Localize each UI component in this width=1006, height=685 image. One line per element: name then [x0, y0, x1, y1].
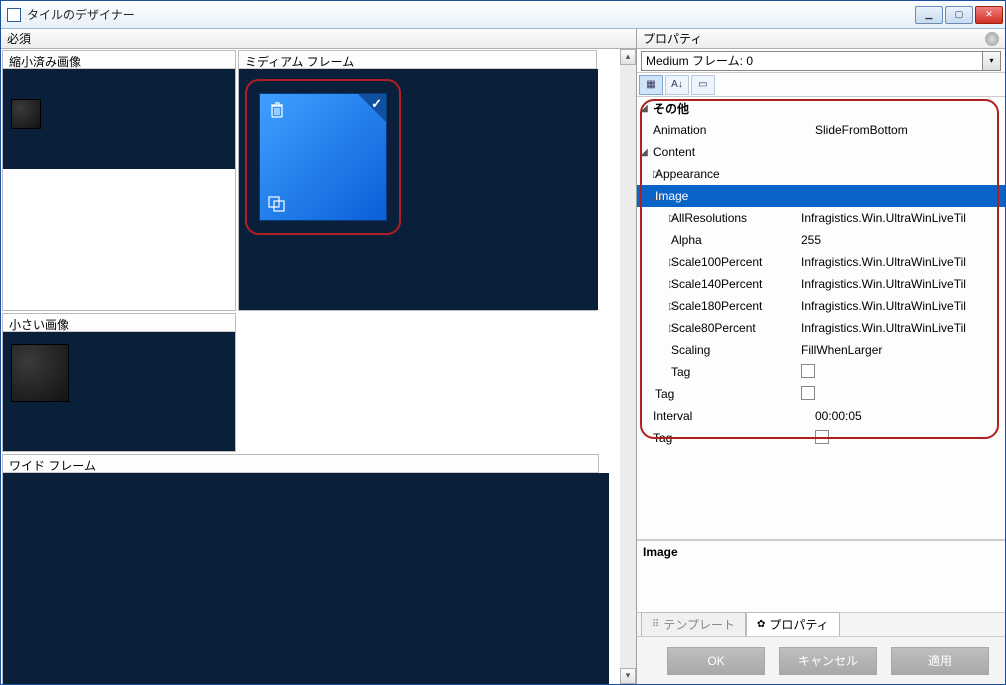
property-value[interactable]: Infragistics.Win.UltraWinLiveTil	[801, 255, 1005, 269]
copy-icon[interactable]	[268, 196, 286, 212]
property-row[interactable]: ▷Scale140PercentInfragistics.Win.UltraWi…	[637, 273, 1005, 295]
gear-icon[interactable]	[985, 32, 999, 46]
property-name: Appearance	[653, 167, 801, 181]
property-value[interactable]	[801, 386, 1005, 403]
alphabetical-button[interactable]: A↓	[665, 75, 689, 95]
scroll-down-button[interactable]: ▾	[620, 668, 636, 684]
checkbox[interactable]	[801, 364, 815, 378]
property-value[interactable]: 00:00:05	[815, 409, 1005, 423]
categorized-button[interactable]: ▦	[639, 75, 663, 95]
property-pages-button[interactable]: ▭	[691, 75, 715, 95]
property-toolbar: ▦ A↓ ▭	[637, 73, 1005, 97]
property-value[interactable]	[801, 364, 1005, 381]
property-row[interactable]: ScalingFillWhenLarger	[637, 339, 1005, 361]
property-name: Tag	[669, 365, 801, 379]
property-row[interactable]: ▷Scale80PercentInfragistics.Win.UltraWin…	[637, 317, 1005, 339]
title-bar: タイルのデザイナー ▁ ▢ ✕	[1, 1, 1005, 29]
small-panel-header: 小さい画像	[3, 314, 235, 332]
expand-icon[interactable]: ▷	[637, 323, 669, 334]
medium-highlight-ring: ✓	[245, 79, 401, 235]
ok-button[interactable]: OK	[667, 647, 765, 675]
property-row[interactable]: Tag	[637, 361, 1005, 383]
property-name: Scale80Percent	[669, 321, 801, 335]
checkbox[interactable]	[801, 386, 815, 400]
category-row[interactable]: ◢ その他	[637, 97, 1005, 119]
object-selector-dropdown[interactable]: ▾	[983, 51, 1001, 71]
expand-icon[interactable]: ▷	[637, 213, 669, 224]
properties-header: プロパティ	[637, 29, 1005, 49]
property-name: Scale100Percent	[669, 255, 801, 269]
property-name: Alpha	[669, 233, 801, 247]
property-value[interactable]: FillWhenLarger	[801, 343, 1005, 357]
app-icon	[7, 8, 21, 22]
expand-icon[interactable]: ◢	[637, 103, 651, 114]
expand-icon[interactable]: ▷	[637, 169, 653, 180]
thumb-panel-header: 縮小済み画像	[3, 51, 235, 69]
property-row[interactable]: Interval00:00:05	[637, 405, 1005, 427]
property-name: AllResolutions	[669, 211, 801, 225]
property-name: Animation	[651, 123, 815, 137]
checkbox[interactable]	[815, 430, 829, 444]
expand-icon[interactable]: ▷	[637, 279, 669, 290]
property-name: Scale140Percent	[669, 277, 801, 291]
small-tile[interactable]	[11, 344, 69, 402]
object-selector-value: Medium フレーム: 0	[646, 52, 753, 69]
tab-template[interactable]: ⠿ テンプレート	[641, 612, 746, 636]
property-value[interactable]: Infragistics.Win.UltraWinLiveTil	[801, 299, 1005, 313]
grid-icon: ⠿	[652, 619, 659, 630]
property-name: Tag	[651, 431, 815, 445]
expand-icon[interactable]: ▷	[637, 257, 669, 268]
property-name: Content	[651, 145, 815, 159]
left-scrollbar[interactable]: ▴ ▾	[620, 49, 636, 684]
wide-tile-area[interactable]	[3, 473, 609, 684]
maximize-button[interactable]: ▢	[945, 6, 973, 24]
window-title: タイルのデザイナー	[27, 6, 915, 23]
property-value[interactable]: Infragistics.Win.UltraWinLiveTil	[801, 321, 1005, 335]
property-row[interactable]: ◢Image	[637, 185, 1005, 207]
property-description-name: Image	[643, 545, 999, 559]
property-description: Image	[637, 540, 1005, 612]
apply-button[interactable]: 適用	[891, 647, 989, 675]
property-value[interactable]: Infragistics.Win.UltraWinLiveTil	[801, 277, 1005, 291]
property-value[interactable]: 255	[801, 233, 1005, 247]
expand-icon[interactable]: ▷	[637, 301, 669, 312]
property-row[interactable]: ▷Appearance	[637, 163, 1005, 185]
property-value[interactable]: SlideFromBottom	[815, 123, 1005, 137]
expand-icon[interactable]: ◢	[637, 147, 651, 158]
property-row[interactable]: ▷AllResolutionsInfragistics.Win.UltraWin…	[637, 207, 1005, 229]
scroll-up-button[interactable]: ▴	[620, 49, 636, 65]
wide-panel-header: ワイド フレーム	[3, 455, 598, 473]
close-button[interactable]: ✕	[975, 6, 1003, 24]
property-name: Tag	[653, 387, 801, 401]
required-section-title: 必須	[7, 30, 31, 47]
properties-title: プロパティ	[643, 30, 702, 47]
property-row[interactable]: Alpha255	[637, 229, 1005, 251]
property-value[interactable]: Infragistics.Win.UltraWinLiveTil	[801, 211, 1005, 225]
cancel-button[interactable]: キャンセル	[779, 647, 877, 675]
expand-icon[interactable]: ◢	[637, 191, 653, 202]
property-grid[interactable]: ◢ その他 AnimationSlideFromBottom◢Content▷A…	[637, 97, 1005, 539]
gear-small-icon: ✿	[757, 619, 765, 630]
medium-tile[interactable]: ✓	[259, 93, 387, 221]
thumb-tile[interactable]	[11, 99, 41, 129]
property-name: Scale180Percent	[669, 299, 801, 313]
object-selector[interactable]: Medium フレーム: 0	[641, 51, 983, 71]
property-name: Image	[653, 189, 801, 203]
minimize-button[interactable]: ▁	[915, 6, 943, 24]
property-row[interactable]: ▷Scale100PercentInfragistics.Win.UltraWi…	[637, 251, 1005, 273]
property-name: Interval	[651, 409, 815, 423]
property-name: Scaling	[669, 343, 801, 357]
property-row[interactable]: Tag	[637, 427, 1005, 449]
required-section-header: 必須	[1, 29, 636, 49]
property-row[interactable]: ▷Scale180PercentInfragistics.Win.UltraWi…	[637, 295, 1005, 317]
property-row[interactable]: Tag	[637, 383, 1005, 405]
property-value[interactable]	[815, 430, 1005, 447]
tab-properties[interactable]: ✿ プロパティ	[746, 612, 840, 636]
property-row[interactable]: ◢Content	[637, 141, 1005, 163]
delete-icon[interactable]	[270, 102, 284, 118]
property-row[interactable]: AnimationSlideFromBottom	[637, 119, 1005, 141]
medium-panel-header: ミディアム フレーム	[239, 51, 596, 69]
check-icon: ✓	[371, 96, 382, 112]
